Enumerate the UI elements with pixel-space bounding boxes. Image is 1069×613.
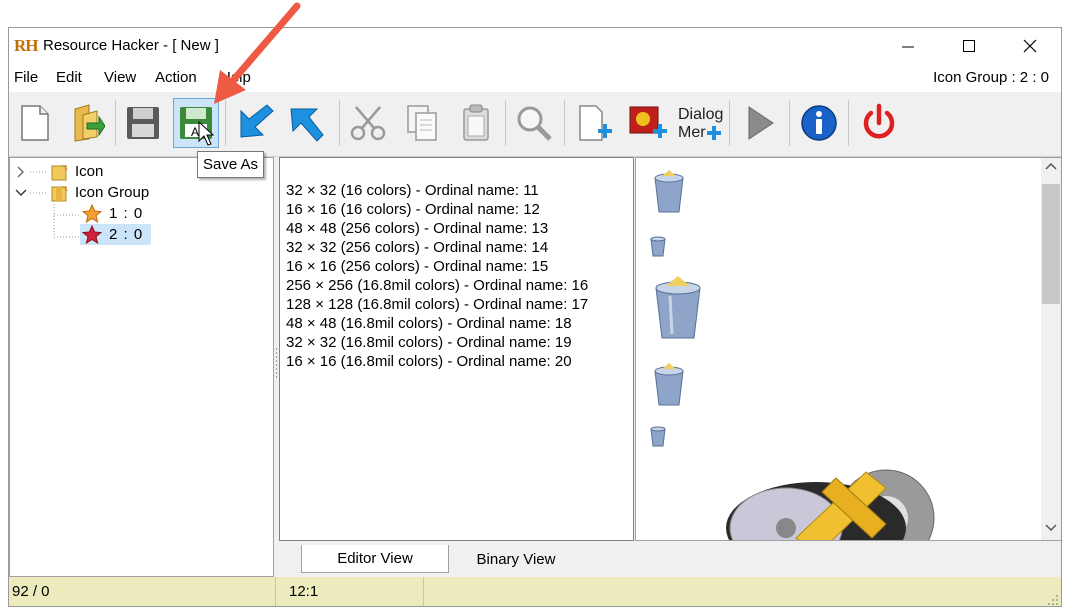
- run-script-button[interactable]: [736, 98, 782, 148]
- chevron-down-icon[interactable]: [1041, 520, 1061, 536]
- selection-status: Icon Group : 2 : 0: [933, 69, 1049, 86]
- menu-view[interactable]: View: [104, 69, 136, 86]
- tree-item-icon[interactable]: Icon: [14, 161, 103, 182]
- add-image-resource-button[interactable]: [625, 98, 671, 148]
- dialog-menu-button[interactable]: Dialog Mer: [677, 98, 723, 148]
- view-tabs: Editor View Binary View: [279, 541, 1061, 577]
- toolbar: A Dialog Mer: [9, 92, 1061, 157]
- recycle-bin-icon: [655, 276, 701, 339]
- copy-icon: [407, 105, 437, 141]
- svg-text:Mer: Mer: [678, 124, 706, 141]
- app-logo: RH: [14, 36, 38, 55]
- play-icon: [748, 106, 774, 140]
- scissors-icon: [350, 106, 386, 141]
- dialog-menu-icon: Dialog Mer: [678, 106, 723, 141]
- recycle-bin-icon: [654, 170, 684, 213]
- list-item: 32 × 32 (16 colors) - Ordinal name: 11: [286, 182, 539, 199]
- tab-editor-view[interactable]: Editor View: [301, 545, 449, 573]
- tab-label: Binary View: [476, 550, 556, 568]
- app-window: RH Resource Hacker - [ New ] File Edit V…: [8, 27, 1062, 607]
- star-icon: [82, 224, 102, 244]
- new-file-button[interactable]: [11, 98, 57, 148]
- scrollbar-thumb[interactable]: [1042, 184, 1060, 304]
- close-button[interactable]: [1007, 28, 1053, 64]
- save-as-tooltip: Save As: [197, 151, 265, 178]
- blank-page-icon: [21, 105, 49, 141]
- tree-item-1-0[interactable]: 1 : 0: [82, 203, 143, 224]
- floppy-disk-icon: [127, 107, 159, 139]
- menu-bar: File Edit View Action Help Icon Group : …: [9, 64, 1061, 92]
- tree-item-label: 1 : 0: [109, 205, 144, 222]
- power-icon: [863, 103, 895, 139]
- chevron-up-icon[interactable]: [1041, 158, 1061, 174]
- copy-button[interactable]: [399, 98, 445, 148]
- tree-item-label: 2 : 0: [109, 226, 144, 243]
- list-item: 48 × 48 (16.8mil colors) - Ordinal name:…: [286, 315, 572, 332]
- list-item: 16 × 16 (256 colors) - Ordinal name: 15: [286, 258, 549, 275]
- list-item: 16 × 16 (16 colors) - Ordinal name: 12: [286, 201, 540, 218]
- large-app-icon: [726, 469, 935, 540]
- svg-text:Dialog: Dialog: [678, 106, 723, 123]
- recycle-bin-icon: [650, 236, 666, 257]
- window-title: Resource Hacker - [ New ]: [43, 37, 219, 54]
- close-icon: [1023, 39, 1037, 53]
- list-item: 32 × 32 (256 colors) - Ordinal name: 14: [286, 239, 549, 256]
- image-plus-icon: [629, 106, 667, 138]
- tab-binary-view[interactable]: Binary View: [449, 545, 583, 573]
- icon-preview-pane: [635, 157, 1061, 541]
- mouse-cursor-icon: [198, 121, 214, 146]
- list-item: 256 × 256 (16.8mil colors) - Ordinal nam…: [286, 277, 589, 294]
- splitter-handle[interactable]: [275, 348, 278, 378]
- paste-icon: [463, 104, 489, 141]
- maximize-icon: [963, 40, 975, 52]
- tree-item-label: Icon Group: [75, 184, 150, 201]
- tree-item-label: Icon: [75, 163, 104, 180]
- find-button[interactable]: [511, 98, 557, 148]
- status-position: 92 / 0: [12, 583, 50, 600]
- open-file-button[interactable]: [64, 98, 110, 148]
- folder-open-icon: [51, 184, 68, 201]
- magnifier-icon: [517, 106, 552, 141]
- menu-file[interactable]: File: [14, 69, 38, 86]
- list-item: 32 × 32 (16.8mil colors) - Ordinal name:…: [286, 334, 572, 351]
- folder-open-icon: [74, 104, 105, 142]
- about-button[interactable]: [796, 98, 842, 148]
- recycle-bin-icon: [650, 426, 666, 447]
- star-icon: [82, 203, 102, 223]
- chevron-down-icon[interactable]: [14, 186, 28, 200]
- info-icon: [801, 105, 837, 141]
- vertical-scrollbar[interactable]: [1041, 158, 1061, 540]
- add-blank-resource-button[interactable]: [571, 98, 617, 148]
- title-bar: RH Resource Hacker - [ New ]: [9, 28, 1061, 64]
- annotation-arrow-icon: [214, 2, 301, 104]
- list-item: 48 × 48 (256 colors) - Ordinal name: 13: [286, 220, 549, 237]
- maximize-button[interactable]: [946, 28, 992, 64]
- resize-grip-icon[interactable]: [1047, 594, 1059, 606]
- tree-item-icon-group[interactable]: Icon Group: [14, 182, 149, 203]
- tab-label: Editor View: [337, 550, 413, 567]
- menu-action[interactable]: Action: [155, 69, 197, 86]
- list-item: 16 × 16 (16.8mil colors) - Ordinal name:…: [286, 353, 572, 370]
- status-bar: 92 / 0 12:1: [9, 577, 1061, 606]
- resource-text-editor[interactable]: 32 × 32 (16 colors) - Ordinal name: 11 1…: [279, 157, 634, 541]
- list-item: 128 × 128 (16.8mil colors) - Ordinal nam…: [286, 296, 589, 313]
- tree-item-2-0[interactable]: 2 : 0: [80, 224, 152, 245]
- status-line-col: 12:1: [289, 583, 319, 600]
- folder-icon: [51, 163, 68, 180]
- cut-button[interactable]: [345, 98, 391, 148]
- minimize-button[interactable]: [885, 28, 931, 64]
- menu-edit[interactable]: Edit: [56, 69, 82, 86]
- paste-button[interactable]: [453, 98, 499, 148]
- resource-tree: Icon Icon Group 1 : 0 2 : 0: [9, 157, 274, 577]
- minimize-icon: [902, 46, 914, 48]
- save-button[interactable]: [120, 98, 166, 148]
- recycle-bin-icon: [654, 363, 684, 406]
- page-plus-icon: [579, 105, 612, 141]
- exit-button[interactable]: [856, 98, 902, 148]
- chevron-right-icon[interactable]: [14, 165, 28, 179]
